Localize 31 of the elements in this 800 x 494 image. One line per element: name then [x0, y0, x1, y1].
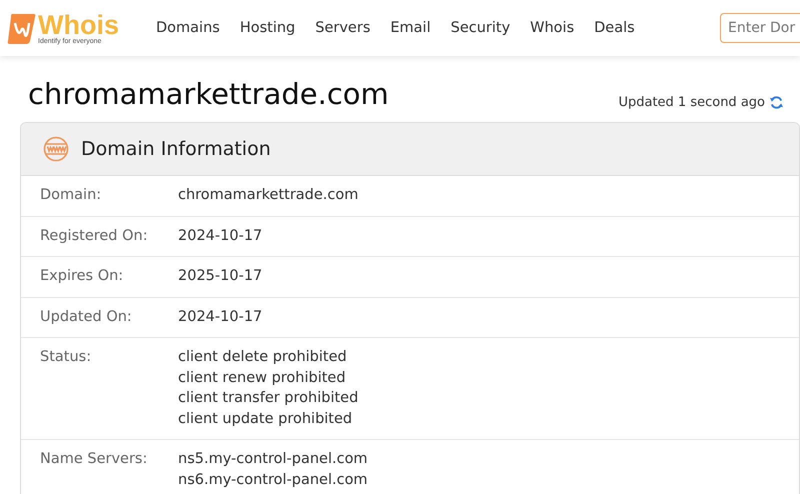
field-label: Expires On:	[40, 267, 124, 286]
field-label: Status:	[40, 348, 92, 367]
updated-text: Updated 1 second ago	[618, 95, 765, 110]
field-label: Domain:	[40, 186, 102, 205]
globe-icon	[41, 136, 71, 162]
nav-link[interactable]: Security	[450, 20, 510, 36]
logo-name: Whois	[38, 12, 119, 38]
field-value: chromamarkettrade.com	[178, 186, 358, 205]
field-value: client update prohibited	[178, 410, 354, 428]
field-value: client renew prohibited	[178, 368, 347, 388]
page-title: chromamarkettrade.com	[28, 76, 389, 112]
field-label: Name Servers:	[40, 450, 148, 469]
nav-link[interactable]: Email	[390, 20, 431, 36]
nav-link[interactable]: Deals	[594, 20, 635, 36]
field-value: client delete prohibited	[178, 348, 348, 367]
nav-link[interactable]: Hosting	[240, 20, 296, 36]
field-value: client transfer prohibited	[178, 389, 358, 408]
search-field[interactable]: Enter Dor	[720, 13, 800, 43]
field-label: Updated On:	[40, 308, 133, 326]
field-value: 2025-10-17	[178, 267, 262, 286]
nav-link[interactable]: Domains	[156, 20, 220, 36]
nav-link[interactable]: Whois	[530, 20, 574, 36]
refresh-icon[interactable]	[769, 95, 784, 110]
field-value: ns5.my-control-panel.com	[178, 450, 368, 469]
field-value: 2024-10-17	[178, 308, 262, 326]
card-title: Domain Information	[81, 138, 271, 160]
nav-link[interactable]: Servers	[315, 20, 370, 36]
field-value: 2024-10-17	[178, 226, 262, 246]
logo-icon	[6, 11, 36, 45]
field-label: Registered On:	[40, 226, 149, 246]
field-value: ns6.my-control-panel.com	[178, 470, 368, 490]
